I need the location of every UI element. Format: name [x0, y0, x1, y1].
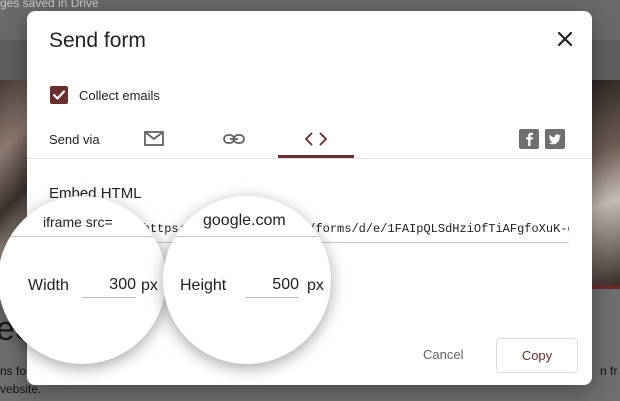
height-label: Height [180, 277, 227, 294]
send-via-label: Send via [49, 132, 100, 147]
collect-emails-checkbox[interactable] [50, 86, 68, 104]
cancel-button[interactable]: Cancel [423, 347, 463, 362]
collect-emails-label: Collect emails [79, 88, 160, 103]
twitter-icon[interactable] [545, 129, 565, 149]
height-input[interactable]: 500 [245, 276, 299, 294]
magnified-embed-underline [163, 236, 331, 237]
close-icon[interactable] [554, 28, 576, 50]
link-icon[interactable] [221, 128, 247, 150]
save-status-text: ges saved in Drive [0, 0, 99, 10]
width-label: Width [28, 277, 69, 294]
height-unit: px [307, 277, 324, 294]
width-input[interactable]: 300 [82, 276, 136, 294]
copy-button[interactable]: Copy [496, 338, 578, 373]
code-icon[interactable] [303, 128, 329, 150]
magnified-embed-snippet: google.com [203, 212, 286, 229]
checkmark-icon [52, 90, 66, 100]
facebook-icon[interactable] [519, 129, 539, 149]
dialog-title: Send form [49, 29, 146, 52]
background-form-text-1: ns fo [0, 364, 27, 378]
height-magnifier: google.com Height 500 px [163, 196, 331, 364]
tabs-divider [27, 158, 592, 159]
background-form-text-3: n fr [600, 364, 618, 378]
height-input-underline [245, 297, 299, 298]
magnified-embed-underline [0, 236, 166, 237]
width-magnifier: iframe src= Width 300 px [0, 196, 166, 364]
mail-icon[interactable] [141, 128, 167, 150]
magnified-embed-snippet: iframe src= [43, 214, 113, 230]
width-input-underline [82, 297, 136, 298]
background-header-image-right [588, 80, 620, 285]
width-unit: px [141, 277, 158, 294]
